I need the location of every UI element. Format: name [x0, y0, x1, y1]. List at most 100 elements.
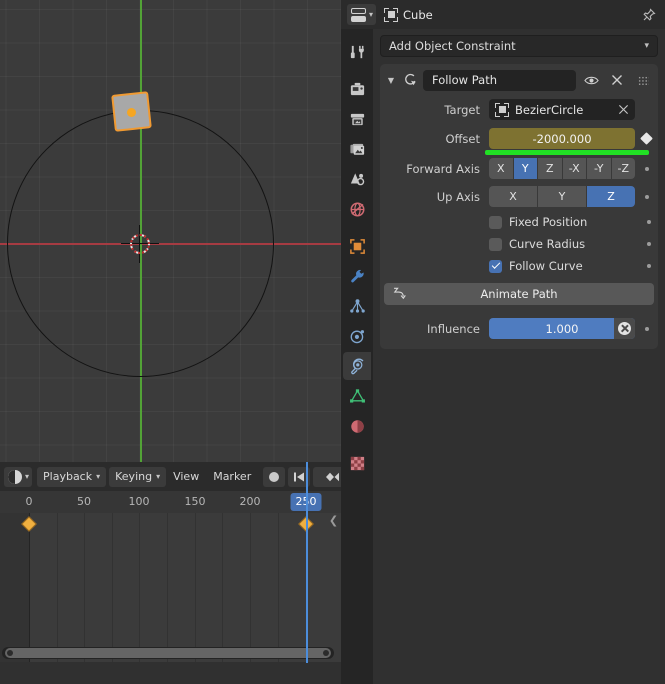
scrollbar-grip-right[interactable] — [323, 650, 329, 656]
checkmark-icon — [491, 260, 500, 269]
timeline-editor-type-button[interactable]: ▾ — [4, 466, 33, 487]
timeline-menu-view[interactable]: View — [166, 467, 206, 487]
sidebar-item-world[interactable] — [343, 195, 371, 223]
auto-keying-record-button[interactable] — [263, 466, 286, 487]
chevron-down-icon: ▾ — [96, 471, 101, 481]
sidebar-item-object[interactable] — [343, 232, 371, 260]
constraint-name-field[interactable]: Follow Path — [423, 69, 576, 91]
x-icon — [612, 75, 622, 85]
sidebar-item-render[interactable] — [343, 75, 371, 103]
timeline-region-toggle[interactable]: ❮ — [328, 510, 339, 530]
pin-icon[interactable] — [639, 6, 657, 24]
follow-curve-checkbox[interactable] — [489, 259, 502, 273]
sidebar-item-texture[interactable] — [343, 449, 371, 477]
timeline-menu-marker[interactable]: Marker — [206, 467, 258, 487]
sidebar-item-view-layer[interactable] — [343, 135, 371, 163]
fixed-position-checkbox[interactable] — [489, 215, 502, 229]
follow-curve-decorator[interactable] — [643, 264, 654, 268]
timeline-keyframe-area[interactable] — [0, 513, 341, 662]
sidebar-item-tool[interactable] — [343, 38, 371, 66]
influence-slider[interactable]: 1.000 — [489, 318, 635, 339]
offset-keyframe-decorator[interactable] — [640, 132, 653, 145]
timeline-editor[interactable]: ▾ Playback ▾ Keying ▾ View Marker 0 50 1… — [0, 462, 341, 684]
properties-editor-type-button[interactable]: ▾ — [347, 4, 377, 25]
animate-dot-icon — [646, 264, 651, 268]
keyframe-diamond-icon — [640, 132, 653, 145]
sidebar-item-particles[interactable] — [343, 292, 371, 320]
properties-editor: ▾ Cube Add Object Constraint ▾ ▼ Follow … — [341, 0, 665, 684]
target-row: Target BezierCircle — [384, 99, 654, 120]
forward-axis-y[interactable]: Y — [513, 158, 537, 179]
up-axis-y[interactable]: Y — [538, 186, 586, 207]
fixed-position-decorator[interactable] — [643, 220, 654, 224]
curve-radius-label: Curve Radius — [509, 237, 586, 251]
curve-radius-checkbox[interactable] — [489, 237, 502, 251]
offset-value-field[interactable]: -2000.000 — [489, 128, 635, 149]
sidebar-item-material[interactable] — [343, 412, 371, 440]
3d-cursor[interactable] — [121, 225, 159, 263]
wrench-icon — [350, 269, 364, 282]
sidebar-item-modifiers[interactable] — [343, 262, 371, 290]
ruler-tick-150: 150 — [184, 495, 206, 508]
object-icon — [384, 7, 399, 22]
animate-dot-icon — [644, 166, 649, 171]
forward-axis-decorator[interactable] — [641, 166, 652, 171]
triangle-down-icon[interactable]: ▼ — [384, 76, 398, 85]
3d-viewport[interactable] — [0, 0, 341, 462]
offset-row: Offset -2000.000 — [384, 128, 654, 149]
sidebar-item-output[interactable] — [343, 105, 371, 133]
properties-tab-rail[interactable] — [341, 29, 373, 684]
target-clear-button[interactable] — [615, 104, 631, 115]
add-object-constraint-button[interactable]: Add Object Constraint ▾ — [380, 35, 658, 57]
scrollbar-grip-left[interactable] — [7, 650, 13, 656]
add-constraint-label: Add Object Constraint — [389, 39, 516, 53]
particles-icon — [349, 298, 365, 313]
animate-path-button[interactable]: Animate Path — [384, 283, 654, 305]
constraint-visibility-toggle[interactable] — [580, 70, 602, 90]
properties-editor-icon — [351, 7, 366, 22]
breadcrumb-object-name[interactable]: Cube — [403, 8, 433, 22]
view-layer-images-icon — [349, 143, 364, 155]
properties-header: ▾ Cube — [341, 0, 665, 29]
ruler-tick-200: 200 — [239, 495, 261, 508]
drag-dots-icon — [637, 75, 649, 85]
up-axis-segments: X Y Z — [489, 186, 635, 207]
forward-axis-neg-z[interactable]: -Z — [611, 158, 635, 179]
sidebar-item-object-data[interactable] — [343, 382, 371, 410]
keyframe-line — [29, 513, 30, 662]
timeline-header: ▾ Playback ▾ Keying ▾ View Marker — [0, 462, 341, 491]
sidebar-item-scene[interactable] — [343, 165, 371, 193]
forward-axis-x[interactable]: X — [489, 158, 513, 179]
follow-path-icon — [402, 72, 419, 89]
up-axis-decorator[interactable] — [641, 194, 652, 199]
curve-radius-decorator[interactable] — [643, 242, 654, 246]
forward-axis-neg-x[interactable]: -X — [562, 158, 586, 179]
up-axis-row: Up Axis X Y Z — [384, 186, 654, 207]
constraint-drag-handle[interactable] — [632, 70, 654, 90]
curve-radius-row: Curve Radius — [384, 237, 654, 251]
timeline-menu-keying[interactable]: Keying ▾ — [109, 466, 167, 487]
forward-axis-neg-y[interactable]: -Y — [587, 158, 611, 179]
forward-axis-z[interactable]: Z — [538, 158, 562, 179]
menu-label: Keying — [115, 470, 153, 483]
timeline-menu-playback[interactable]: Playback ▾ — [37, 466, 107, 487]
influence-clear-button[interactable] — [614, 318, 635, 339]
up-axis-x[interactable]: X — [489, 186, 537, 207]
follow-path-constraint-panel: ▼ Follow Path Target BezierCircle Offset… — [380, 64, 658, 349]
ruler-tick-100: 100 — [128, 495, 150, 508]
timeline-scrollbar-thumb[interactable] — [5, 648, 331, 658]
timeline-playhead[interactable] — [306, 462, 308, 663]
object-origin-point — [127, 108, 136, 117]
constraint-delete-button[interactable] — [606, 70, 628, 90]
up-axis-z[interactable]: Z — [587, 186, 635, 207]
timeline-scrollbar[interactable] — [2, 647, 334, 659]
timeline-ruler[interactable]: 0 50 100 150 200 250 — [0, 491, 341, 513]
forward-axis-segments: X Y Z -X -Y -Z — [489, 158, 635, 179]
sidebar-item-physics[interactable] — [343, 322, 371, 350]
sidebar-item-object-constraints[interactable] — [343, 352, 371, 380]
target-object-name: BezierCircle — [515, 102, 584, 117]
prev-keyframe-button[interactable] — [313, 466, 341, 487]
influence-decorator[interactable] — [641, 326, 652, 331]
target-object-field[interactable]: BezierCircle — [489, 99, 635, 120]
timeline-left-pad — [0, 513, 29, 662]
